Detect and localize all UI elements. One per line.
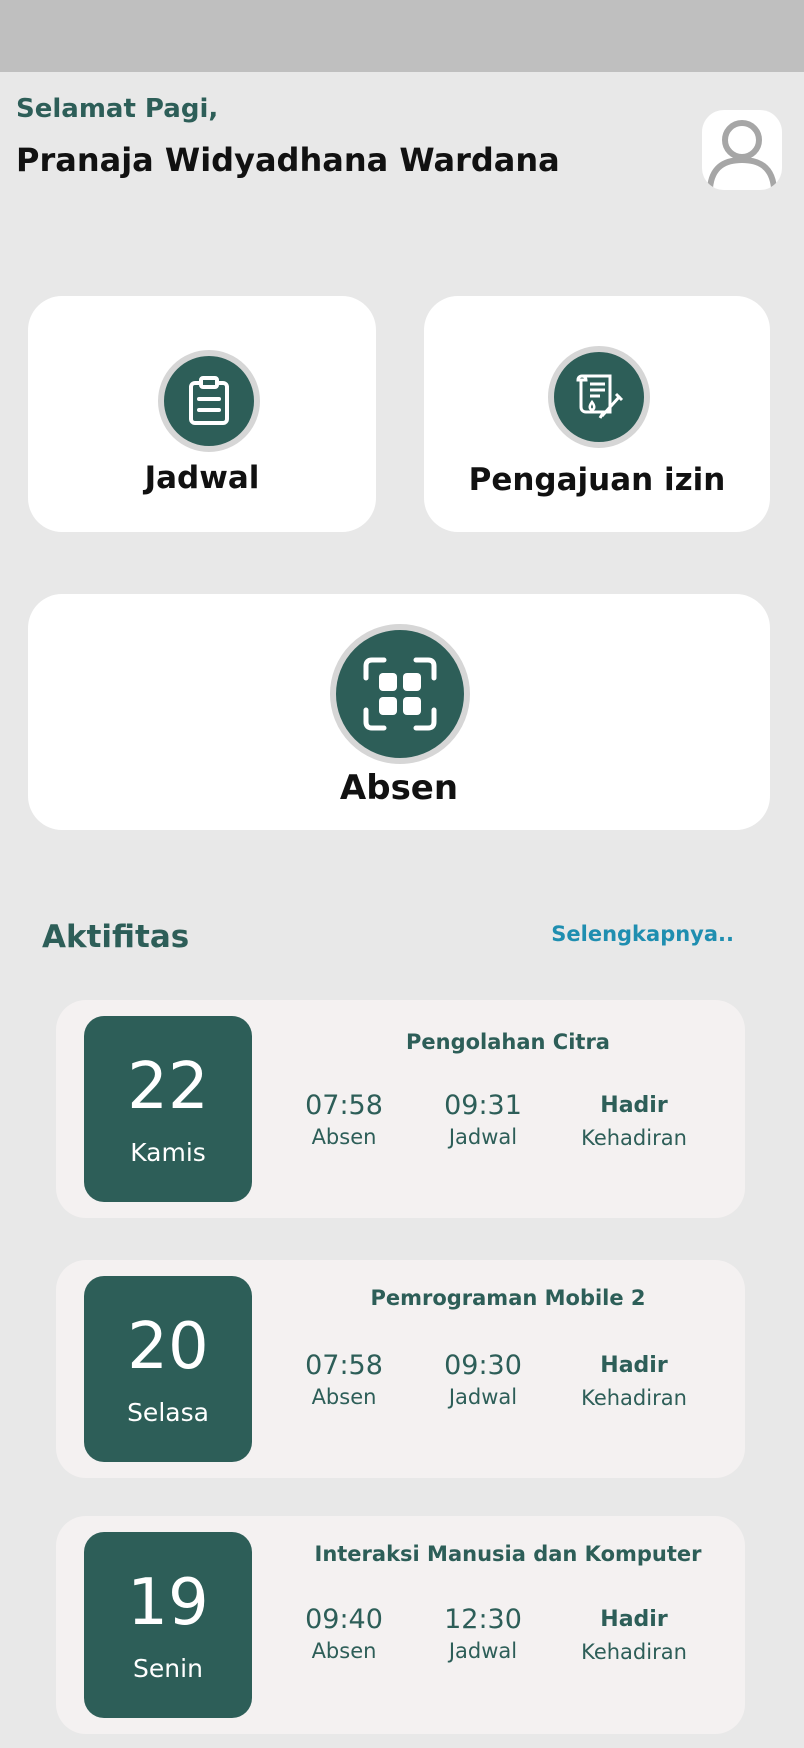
qr-scan-icon (363, 657, 437, 731)
pengajuan-izin-card[interactable]: Pengajuan izin (424, 296, 770, 532)
absen-time: 09:40 (305, 1604, 383, 1635)
jadwal-time: 12:30 (444, 1604, 522, 1635)
absen-stat-label: Absen (311, 1125, 377, 1149)
absen-stat: 07:58 Absen (269, 1350, 419, 1409)
date-number: 22 (127, 1050, 209, 1124)
jadwal-stat: 09:31 Jadwal (408, 1090, 558, 1149)
jadwal-stat-label: Jadwal (448, 1385, 518, 1409)
absen-time: 07:58 (305, 1090, 383, 1121)
jadwal-label: Jadwal (144, 460, 260, 496)
user-name: Pranaja Widyadhana Wardana (16, 141, 560, 179)
activity-section-title: Aktifitas (42, 919, 190, 955)
status-bar (0, 0, 804, 72)
user-avatar-icon (707, 120, 777, 189)
clipboard-icon (189, 376, 229, 425)
kehadiran-stat: Hadir Kehadiran (559, 1090, 709, 1150)
date-box: 19 Senin (84, 1532, 252, 1718)
document-sign-icon (576, 374, 624, 419)
date-box: 20 Selasa (84, 1276, 252, 1462)
profile-avatar[interactable] (702, 110, 782, 190)
jadwal-stat: 12:30 Jadwal (408, 1604, 558, 1663)
date-day: Kamis (130, 1138, 206, 1167)
absen-stat: 09:40 Absen (269, 1604, 419, 1663)
attendance-status: Hadir (600, 1093, 668, 1118)
course-name: Interaksi Manusia dan Komputer (314, 1542, 702, 1566)
kehadiran-stat-label: Kehadiran (581, 1126, 687, 1150)
kehadiran-stat: Hadir Kehadiran (559, 1604, 709, 1664)
date-day: Selasa (127, 1398, 209, 1427)
course-name: Pengolahan Citra (406, 1030, 610, 1054)
attendance-status: Hadir (600, 1353, 668, 1378)
absen-stat: 07:58 Absen (269, 1090, 419, 1149)
izin-icon-circle (548, 346, 650, 448)
kehadiran-stat-label: Kehadiran (581, 1386, 687, 1410)
absen-stat-label: Absen (311, 1639, 377, 1663)
jadwal-stat-label: Jadwal (448, 1639, 518, 1663)
activity-card[interactable]: 19 Senin Interaksi Manusia dan Komputer … (56, 1516, 745, 1734)
greeting-text: Selamat Pagi, (16, 94, 219, 124)
attendance-status: Hadir (600, 1607, 668, 1632)
date-day: Senin (133, 1654, 203, 1683)
course-name: Pemrograman Mobile 2 (370, 1286, 646, 1310)
absen-icon-circle (330, 624, 470, 764)
absen-card[interactable]: Absen (28, 594, 770, 830)
pengajuan-izin-label: Pengajuan izin (468, 462, 726, 498)
absen-stat-label: Absen (311, 1385, 377, 1409)
see-more-link[interactable]: Selengkapnya.. (551, 922, 734, 946)
kehadiran-stat: Hadir Kehadiran (559, 1350, 709, 1410)
jadwal-stat: 09:30 Jadwal (408, 1350, 558, 1409)
date-number: 20 (127, 1310, 209, 1384)
date-number: 19 (127, 1566, 209, 1640)
kehadiran-stat-label: Kehadiran (581, 1640, 687, 1664)
jadwal-stat-label: Jadwal (448, 1125, 518, 1149)
absen-label: Absen (339, 768, 459, 808)
activity-card[interactable]: 20 Selasa Pemrograman Mobile 2 07:58 Abs… (56, 1260, 745, 1478)
jadwal-time: 09:30 (444, 1350, 522, 1381)
jadwal-card[interactable]: Jadwal (28, 296, 376, 532)
activity-card[interactable]: 22 Kamis Pengolahan Citra 07:58 Absen 09… (56, 1000, 745, 1218)
absen-time: 07:58 (305, 1350, 383, 1381)
jadwal-icon-circle (158, 350, 260, 452)
jadwal-time: 09:31 (444, 1090, 522, 1121)
date-box: 22 Kamis (84, 1016, 252, 1202)
